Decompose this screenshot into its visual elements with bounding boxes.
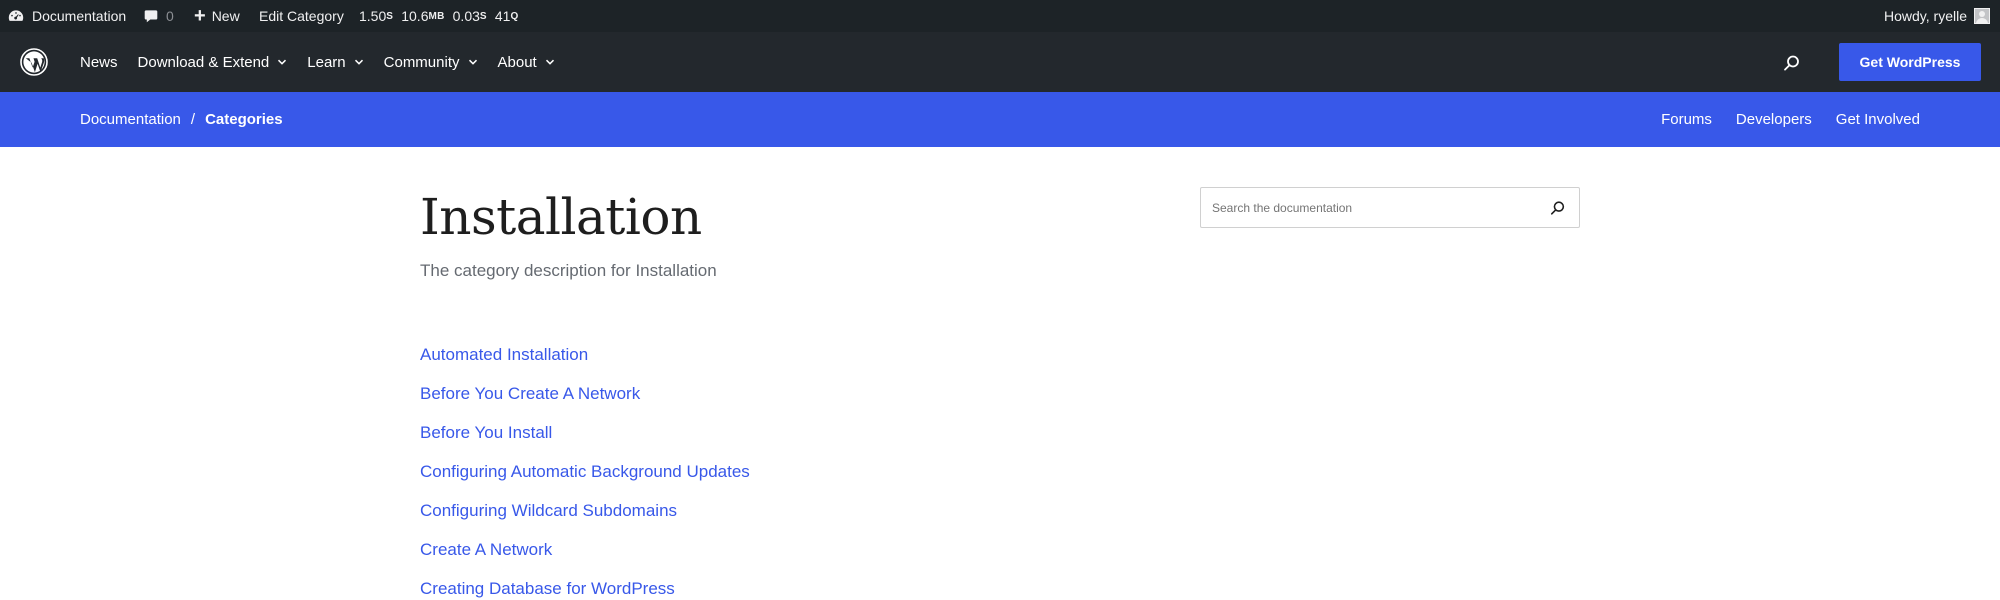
- list-item[interactable]: Automated Installation: [420, 335, 750, 374]
- comments-link[interactable]: 0: [144, 0, 174, 32]
- stat-queries-value: 41: [494, 8, 511, 24]
- chevron-down-icon: [278, 59, 287, 65]
- local-nav: Documentation / Categories Forums Develo…: [0, 92, 2000, 147]
- chevron-down-icon: [545, 59, 554, 65]
- breadcrumb: Documentation / Categories: [80, 92, 283, 147]
- admin-site-name: Documentation: [32, 8, 127, 24]
- documentation-search: [1200, 187, 1580, 228]
- breadcrumb-documentation[interactable]: Documentation: [80, 111, 181, 128]
- stat-query-time-unit: S: [479, 10, 487, 22]
- nav-item-learn[interactable]: Learn: [307, 54, 363, 71]
- nav-item-label: About: [497, 53, 537, 71]
- new-content-link[interactable]: + New: [194, 0, 240, 32]
- nav-item-news[interactable]: News: [80, 54, 118, 71]
- nav-item-label: Download & Extend: [137, 53, 270, 71]
- stat-time-value: 1.50: [359, 8, 387, 24]
- nav-item-download-extend[interactable]: Download & Extend: [138, 54, 288, 71]
- search-icon[interactable]: [1783, 54, 1801, 72]
- nav-item-about[interactable]: About: [498, 54, 555, 71]
- stat-memory-value: 10.6: [401, 8, 429, 24]
- article-list: Automated Installation Before You Create…: [420, 335, 750, 600]
- list-item[interactable]: Configuring Wildcard Subdomains: [420, 491, 750, 530]
- new-label: New: [211, 8, 240, 24]
- stat-memory-unit: MB: [428, 10, 445, 22]
- local-nav-links: Forums Developers Get Involved: [1637, 92, 1920, 147]
- admin-bar: Documentation 0 + New Edit Category 1.50…: [0, 0, 2000, 32]
- query-monitor-stats[interactable]: 1.50 S 10.6 MB 0.03 S 41 Q: [359, 0, 519, 32]
- user-greeting: Howdy, ryelle: [1884, 8, 1967, 24]
- local-nav-forums[interactable]: Forums: [1661, 111, 1712, 128]
- comment-icon: [144, 10, 158, 23]
- search-input[interactable]: [1201, 188, 1550, 227]
- nav-item-label: Learn: [307, 53, 346, 71]
- dashboard-icon: [8, 10, 24, 21]
- search-icon[interactable]: [1550, 200, 1566, 216]
- breadcrumb-current: Categories: [205, 111, 283, 128]
- chevron-down-icon: [468, 59, 477, 65]
- list-item[interactable]: Before You Install: [420, 413, 750, 452]
- get-wordpress-button[interactable]: Get WordPress: [1839, 43, 1981, 81]
- chevron-down-icon: [354, 59, 363, 65]
- primary-nav: News Download & Extend Learn Community A…: [80, 32, 575, 92]
- list-item[interactable]: Configuring Automatic Background Updates: [420, 452, 750, 491]
- plus-icon: +: [194, 5, 206, 27]
- stat-time-unit: S: [386, 10, 394, 22]
- local-nav-developers[interactable]: Developers: [1736, 111, 1812, 128]
- edit-category-link[interactable]: Edit Category: [259, 0, 344, 32]
- breadcrumb-separator: /: [190, 111, 196, 128]
- wordpress-logo-icon[interactable]: [20, 48, 48, 76]
- global-header: News Download & Extend Learn Community A…: [0, 32, 2000, 92]
- admin-site-link[interactable]: Documentation: [8, 0, 126, 32]
- local-nav-get-involved[interactable]: Get Involved: [1836, 111, 1920, 128]
- stat-query-time-value: 0.03: [452, 8, 480, 24]
- avatar: [1974, 8, 1990, 24]
- nav-item-community[interactable]: Community: [384, 54, 478, 71]
- nav-item-label: News: [80, 53, 118, 71]
- list-item[interactable]: Create A Network: [420, 530, 750, 569]
- user-menu[interactable]: Howdy, ryelle: [1884, 0, 1990, 32]
- list-item[interactable]: Creating Database for WordPress: [420, 569, 750, 600]
- list-item[interactable]: Before You Create A Network: [420, 374, 750, 413]
- page-title: Installation: [420, 188, 702, 246]
- nav-item-label: Community: [383, 53, 460, 71]
- comments-count: 0: [166, 8, 174, 24]
- stat-queries-unit: Q: [510, 10, 519, 22]
- edit-category-label: Edit Category: [259, 8, 344, 24]
- category-description: The category description for Installatio…: [420, 261, 717, 280]
